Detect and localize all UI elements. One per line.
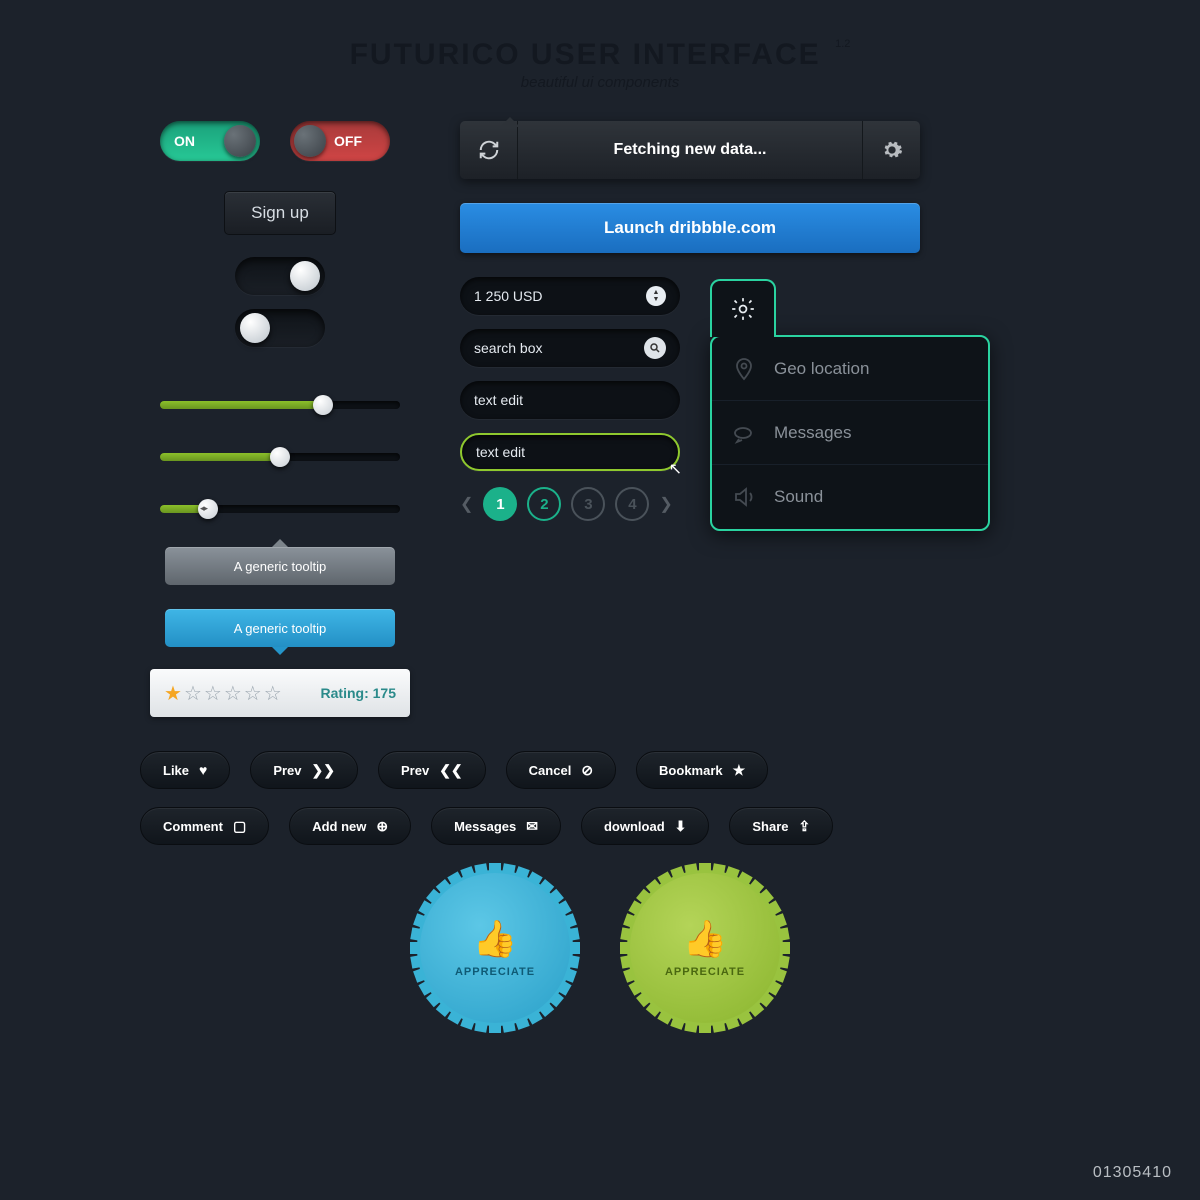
- comment-icon: ▢: [233, 818, 246, 835]
- page-2[interactable]: 2: [527, 487, 561, 521]
- search-placeholder: search box: [474, 340, 542, 356]
- footer-code: 01305410: [1093, 1164, 1172, 1182]
- cancel-icon: ⊘: [581, 762, 593, 779]
- appreciate-badge-green[interactable]: 👍 APPRECIATE: [630, 873, 780, 1023]
- speaker-icon: [732, 485, 756, 509]
- download-button[interactable]: download⬇: [581, 807, 709, 845]
- slider-2[interactable]: [160, 453, 400, 461]
- like-button[interactable]: Like♥: [140, 751, 230, 789]
- mini-toggle-1[interactable]: [235, 257, 325, 295]
- thumbs-up-icon: 👍: [683, 918, 728, 960]
- page-4[interactable]: 4: [615, 487, 649, 521]
- prev-button[interactable]: Prev❮❮: [378, 751, 486, 789]
- tooltip-blue: A generic tooltip: [165, 609, 395, 647]
- tooltip-text: A generic tooltip: [234, 621, 327, 636]
- price-stepper[interactable]: 1 250 USD ▲▼: [460, 277, 680, 315]
- download-icon: ⬇: [675, 818, 687, 835]
- text-input-1[interactable]: text edit: [460, 381, 680, 419]
- signup-button[interactable]: Sign up: [224, 191, 336, 235]
- slider-knob[interactable]: [313, 395, 333, 415]
- text-value: text edit: [474, 392, 523, 408]
- pill-row-2: Comment▢ Add new⊕ Messages✉ download⬇ Sh…: [140, 807, 1060, 845]
- stars[interactable]: ★ ☆ ☆ ☆ ☆ ☆: [164, 681, 282, 706]
- launch-button[interactable]: Launch dribbble.com: [460, 203, 920, 253]
- tooltip-gray: A generic tooltip: [165, 547, 395, 585]
- page-subtitle: beautiful ui components: [0, 74, 1200, 91]
- star-icon[interactable]: ☆: [204, 681, 222, 706]
- rating-label: Rating: 175: [321, 685, 396, 701]
- header: FUTURICO USER INTERFACE 1.2 beautiful ui…: [0, 0, 1200, 91]
- mini-toggle-2[interactable]: [235, 309, 325, 347]
- mini-toggle-knob: [290, 261, 320, 291]
- toggle-off-label: OFF: [334, 133, 362, 149]
- text-value: text edit: [476, 444, 525, 460]
- share-button[interactable]: Share⇪: [729, 807, 833, 845]
- toggle-on[interactable]: ON: [160, 121, 260, 161]
- text-input-2-active[interactable]: text edit ↖: [460, 433, 680, 471]
- menu-item-messages[interactable]: Messages: [712, 401, 988, 465]
- star-icon[interactable]: ☆: [224, 681, 242, 706]
- status-text: Fetching new data...: [518, 141, 862, 159]
- signup-label: Sign up: [251, 203, 309, 222]
- toggle-knob: [224, 125, 256, 157]
- pin-icon: [732, 357, 756, 381]
- page-1[interactable]: 1: [483, 487, 517, 521]
- star-icon[interactable]: ☆: [264, 681, 282, 706]
- price-value: 1 250 USD: [474, 288, 542, 304]
- version-label: 1.2: [835, 38, 850, 50]
- launch-label: Launch dribbble.com: [604, 218, 776, 238]
- page-title: FUTURICO USER INTERFACE: [350, 38, 821, 72]
- settings-menu: Geo location Messages Sound: [710, 335, 990, 531]
- badge-text: APPRECIATE: [455, 966, 535, 978]
- mail-icon: ✉: [526, 818, 538, 835]
- status-bar: Fetching new data...: [460, 121, 920, 179]
- thumbs-up-icon: 👍: [473, 918, 518, 960]
- toggle-knob: [294, 125, 326, 157]
- refresh-icon[interactable]: [460, 121, 518, 179]
- pill-row-1: Like♥ Prev❯❯ Prev❮❮ Cancel⊘ Bookmark★: [140, 751, 1060, 789]
- mini-toggle-knob: [240, 313, 270, 343]
- slider-knob[interactable]: [198, 499, 218, 519]
- plus-icon: ⊕: [376, 818, 388, 835]
- slider-knob[interactable]: [270, 447, 290, 467]
- menu-label: Messages: [774, 423, 851, 443]
- share-icon: ⇪: [799, 818, 811, 835]
- rating-box: ★ ☆ ☆ ☆ ☆ ☆ Rating: 175: [150, 669, 410, 717]
- badge-text: APPRECIATE: [665, 966, 745, 978]
- star-icon[interactable]: ☆: [244, 681, 262, 706]
- menu-label: Sound: [774, 487, 823, 507]
- gear-icon[interactable]: [862, 121, 920, 179]
- prev-next-button[interactable]: Prev❯❯: [250, 751, 358, 789]
- star-icon: ★: [733, 762, 746, 779]
- slider-3[interactable]: [160, 505, 400, 513]
- star-icon[interactable]: ★: [164, 681, 182, 706]
- chevron-right-icon[interactable]: ❯: [659, 494, 672, 514]
- settings-tab[interactable]: [710, 279, 776, 337]
- menu-item-geolocation[interactable]: Geo location: [712, 337, 988, 401]
- pagination: ❮ 1 2 3 4 ❯: [460, 487, 680, 521]
- slider-1[interactable]: [160, 401, 400, 409]
- tooltip-text: A generic tooltip: [234, 559, 327, 574]
- messages-button[interactable]: Messages✉: [431, 807, 561, 845]
- page-3[interactable]: 3: [571, 487, 605, 521]
- cursor-icon: ↖: [669, 459, 682, 479]
- menu-item-sound[interactable]: Sound: [712, 465, 988, 529]
- stepper-icon[interactable]: ▲▼: [646, 286, 666, 306]
- comment-button[interactable]: Comment▢: [140, 807, 269, 845]
- appreciate-badge-blue[interactable]: 👍 APPRECIATE: [420, 873, 570, 1023]
- toggle-on-label: ON: [174, 133, 195, 149]
- chevron-left-icon[interactable]: ❮: [460, 494, 473, 514]
- chat-icon: [732, 421, 756, 445]
- add-new-button[interactable]: Add new⊕: [289, 807, 411, 845]
- star-icon[interactable]: ☆: [184, 681, 202, 706]
- menu-label: Geo location: [774, 359, 869, 379]
- heart-icon: ♥: [199, 762, 207, 778]
- chevron-right-icon: ❯❯: [312, 762, 335, 779]
- search-icon[interactable]: [644, 337, 666, 359]
- cancel-button[interactable]: Cancel⊘: [506, 751, 616, 789]
- bookmark-button[interactable]: Bookmark★: [636, 751, 768, 789]
- chevron-left-icon: ❮❮: [439, 762, 462, 779]
- search-input[interactable]: search box: [460, 329, 680, 367]
- toggle-off[interactable]: OFF: [290, 121, 390, 161]
